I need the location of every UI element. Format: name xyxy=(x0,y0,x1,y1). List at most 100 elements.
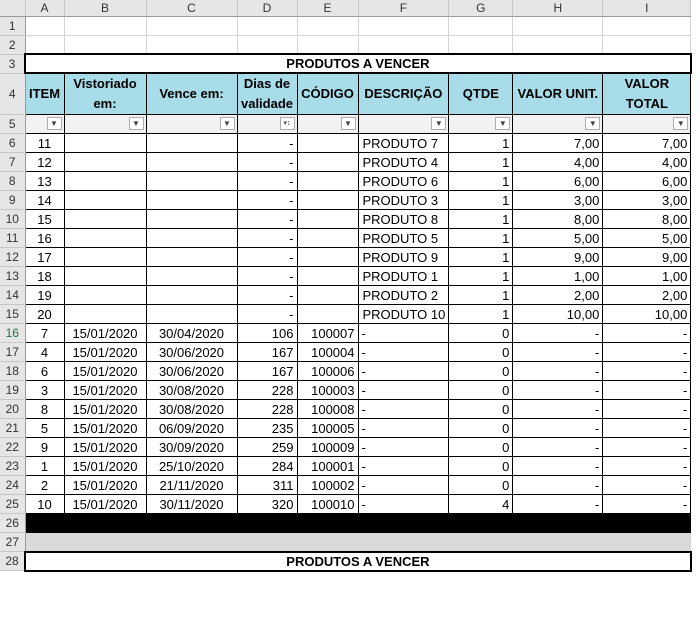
cell-valor_unit[interactable]: 3,00 xyxy=(512,190,604,210)
cell-vistoriado[interactable] xyxy=(63,266,147,286)
filter-dropdown-icon[interactable]: ▼ xyxy=(46,117,62,130)
cell-valor_total[interactable]: 7,00 xyxy=(602,133,692,153)
table-title[interactable]: PRODUTOS A VENCER xyxy=(24,53,692,74)
cell-dias[interactable]: - xyxy=(236,285,298,305)
cell-dias[interactable]: 284 xyxy=(236,456,298,476)
cell-vistoriado[interactable] xyxy=(63,133,147,153)
row-number-24[interactable]: 24 xyxy=(0,475,26,495)
cell-vence[interactable] xyxy=(145,190,238,210)
cell-item[interactable]: 17 xyxy=(24,247,65,267)
row-number-1[interactable]: 1 xyxy=(0,16,26,36)
cell-dias[interactable]: 167 xyxy=(236,361,298,381)
cell-vistoriado[interactable]: 15/01/2020 xyxy=(63,437,147,457)
cell-dias[interactable]: 311 xyxy=(236,475,298,495)
column-header-D[interactable]: D xyxy=(237,0,298,17)
cell-vence[interactable] xyxy=(145,247,238,267)
cell-vence[interactable] xyxy=(145,304,238,324)
cell-codigo[interactable]: 100001 xyxy=(296,456,359,476)
row-number-28[interactable]: 28 xyxy=(0,551,26,571)
row-number-23[interactable]: 23 xyxy=(0,456,26,476)
cell-vence[interactable] xyxy=(145,285,238,305)
cell-qtde[interactable]: 0 xyxy=(448,437,514,457)
cell-descricao[interactable]: PRODUTO 2 xyxy=(357,285,450,305)
row-number-21[interactable]: 21 xyxy=(0,418,26,438)
cell-codigo[interactable] xyxy=(296,228,359,248)
cell-vence[interactable]: 30/08/2020 xyxy=(145,380,238,400)
cell-qtde[interactable]: 0 xyxy=(448,399,514,419)
cell-descricao[interactable]: PRODUTO 3 xyxy=(357,190,450,210)
cell-vistoriado[interactable] xyxy=(63,285,147,305)
cell-descricao[interactable]: PRODUTO 8 xyxy=(357,209,450,229)
cell-valor_total[interactable]: 4,00 xyxy=(602,152,692,172)
cell-vence[interactable]: 30/11/2020 xyxy=(145,494,238,514)
column-title-dias[interactable]: Dias de validade xyxy=(236,72,298,115)
row-number-8[interactable]: 8 xyxy=(0,171,26,191)
empty-cell[interactable] xyxy=(358,16,450,36)
cell-qtde[interactable]: 4 xyxy=(448,494,514,514)
cell-dias[interactable]: 320 xyxy=(236,494,298,514)
cell-descricao[interactable]: - xyxy=(357,380,450,400)
row-number-13[interactable]: 13 xyxy=(0,266,26,286)
cell-item[interactable]: 10 xyxy=(24,494,65,514)
cell-descricao[interactable]: PRODUTO 7 xyxy=(357,133,450,153)
row-number-3[interactable]: 3 xyxy=(0,54,26,74)
cell-descricao[interactable]: - xyxy=(357,399,450,419)
cell-dias[interactable]: - xyxy=(236,209,298,229)
cell-codigo[interactable] xyxy=(296,171,359,191)
cell-codigo[interactable] xyxy=(296,152,359,172)
cell-vence[interactable]: 30/09/2020 xyxy=(145,437,238,457)
table-title-repeat[interactable]: PRODUTOS A VENCER xyxy=(24,550,692,572)
empty-cell[interactable] xyxy=(448,16,514,36)
cell-qtde[interactable]: 1 xyxy=(448,247,514,267)
cell-codigo[interactable] xyxy=(296,285,359,305)
cell-valor_unit[interactable]: 1,00 xyxy=(512,266,604,286)
column-header-F[interactable]: F xyxy=(358,0,450,17)
cell-valor_total[interactable]: - xyxy=(602,494,692,514)
cell-qtde[interactable]: 0 xyxy=(448,475,514,495)
cell-codigo[interactable] xyxy=(296,247,359,267)
row-number-7[interactable]: 7 xyxy=(0,152,26,172)
empty-cell[interactable] xyxy=(512,35,604,55)
cell-codigo[interactable]: 100007 xyxy=(296,323,359,343)
filter-dropdown-icon[interactable]: ▼ xyxy=(128,117,144,130)
cell-qtde[interactable]: 1 xyxy=(448,171,514,191)
cell-vistoriado[interactable] xyxy=(63,209,147,229)
empty-cell[interactable] xyxy=(512,16,604,36)
cell-item[interactable]: 8 xyxy=(24,399,65,419)
cell-valor_total[interactable]: - xyxy=(602,456,692,476)
cell-vistoriado[interactable]: 15/01/2020 xyxy=(63,323,147,343)
column-header-I[interactable]: I xyxy=(602,0,692,17)
cell-dias[interactable]: - xyxy=(236,190,298,210)
row-number-18[interactable]: 18 xyxy=(0,361,26,381)
column-title-vistoriado[interactable]: Vistoriado em: xyxy=(63,72,147,115)
cell-dias[interactable]: 167 xyxy=(236,342,298,362)
column-title-valor_total[interactable]: VALOR TOTAL xyxy=(602,72,692,115)
cell-valor_unit[interactable]: - xyxy=(512,342,604,362)
cell-valor_unit[interactable]: 2,00 xyxy=(512,285,604,305)
cell-valor_unit[interactable]: - xyxy=(512,361,604,381)
cell-codigo[interactable]: 100003 xyxy=(296,380,359,400)
cell-descricao[interactable]: - xyxy=(357,323,450,343)
cell-dias[interactable]: - xyxy=(236,171,298,191)
cell-valor_total[interactable]: - xyxy=(602,437,692,457)
cell-valor_unit[interactable]: 6,00 xyxy=(512,171,604,191)
cell-qtde[interactable]: 1 xyxy=(448,228,514,248)
row-number-4[interactable]: 4 xyxy=(0,73,26,115)
cell-descricao[interactable]: PRODUTO 5 xyxy=(357,228,450,248)
empty-cell[interactable] xyxy=(146,16,238,36)
column-header-B[interactable]: B xyxy=(64,0,147,17)
cell-valor_total[interactable]: 9,00 xyxy=(602,247,692,267)
cell-vistoriado[interactable]: 15/01/2020 xyxy=(63,361,147,381)
cell-valor_total[interactable]: - xyxy=(602,380,692,400)
cell-dias[interactable]: - xyxy=(236,133,298,153)
cell-valor_unit[interactable]: - xyxy=(512,475,604,495)
cell-valor_unit[interactable]: 5,00 xyxy=(512,228,604,248)
column-title-codigo[interactable]: CÓDIGO xyxy=(296,72,359,115)
cell-qtde[interactable]: 1 xyxy=(448,209,514,229)
cell-item[interactable]: 12 xyxy=(24,152,65,172)
empty-cell[interactable] xyxy=(448,35,514,55)
cell-vence[interactable]: 06/09/2020 xyxy=(145,418,238,438)
cell-valor_total[interactable]: 8,00 xyxy=(602,209,692,229)
empty-cell[interactable] xyxy=(237,16,298,36)
empty-cell[interactable] xyxy=(602,35,692,55)
